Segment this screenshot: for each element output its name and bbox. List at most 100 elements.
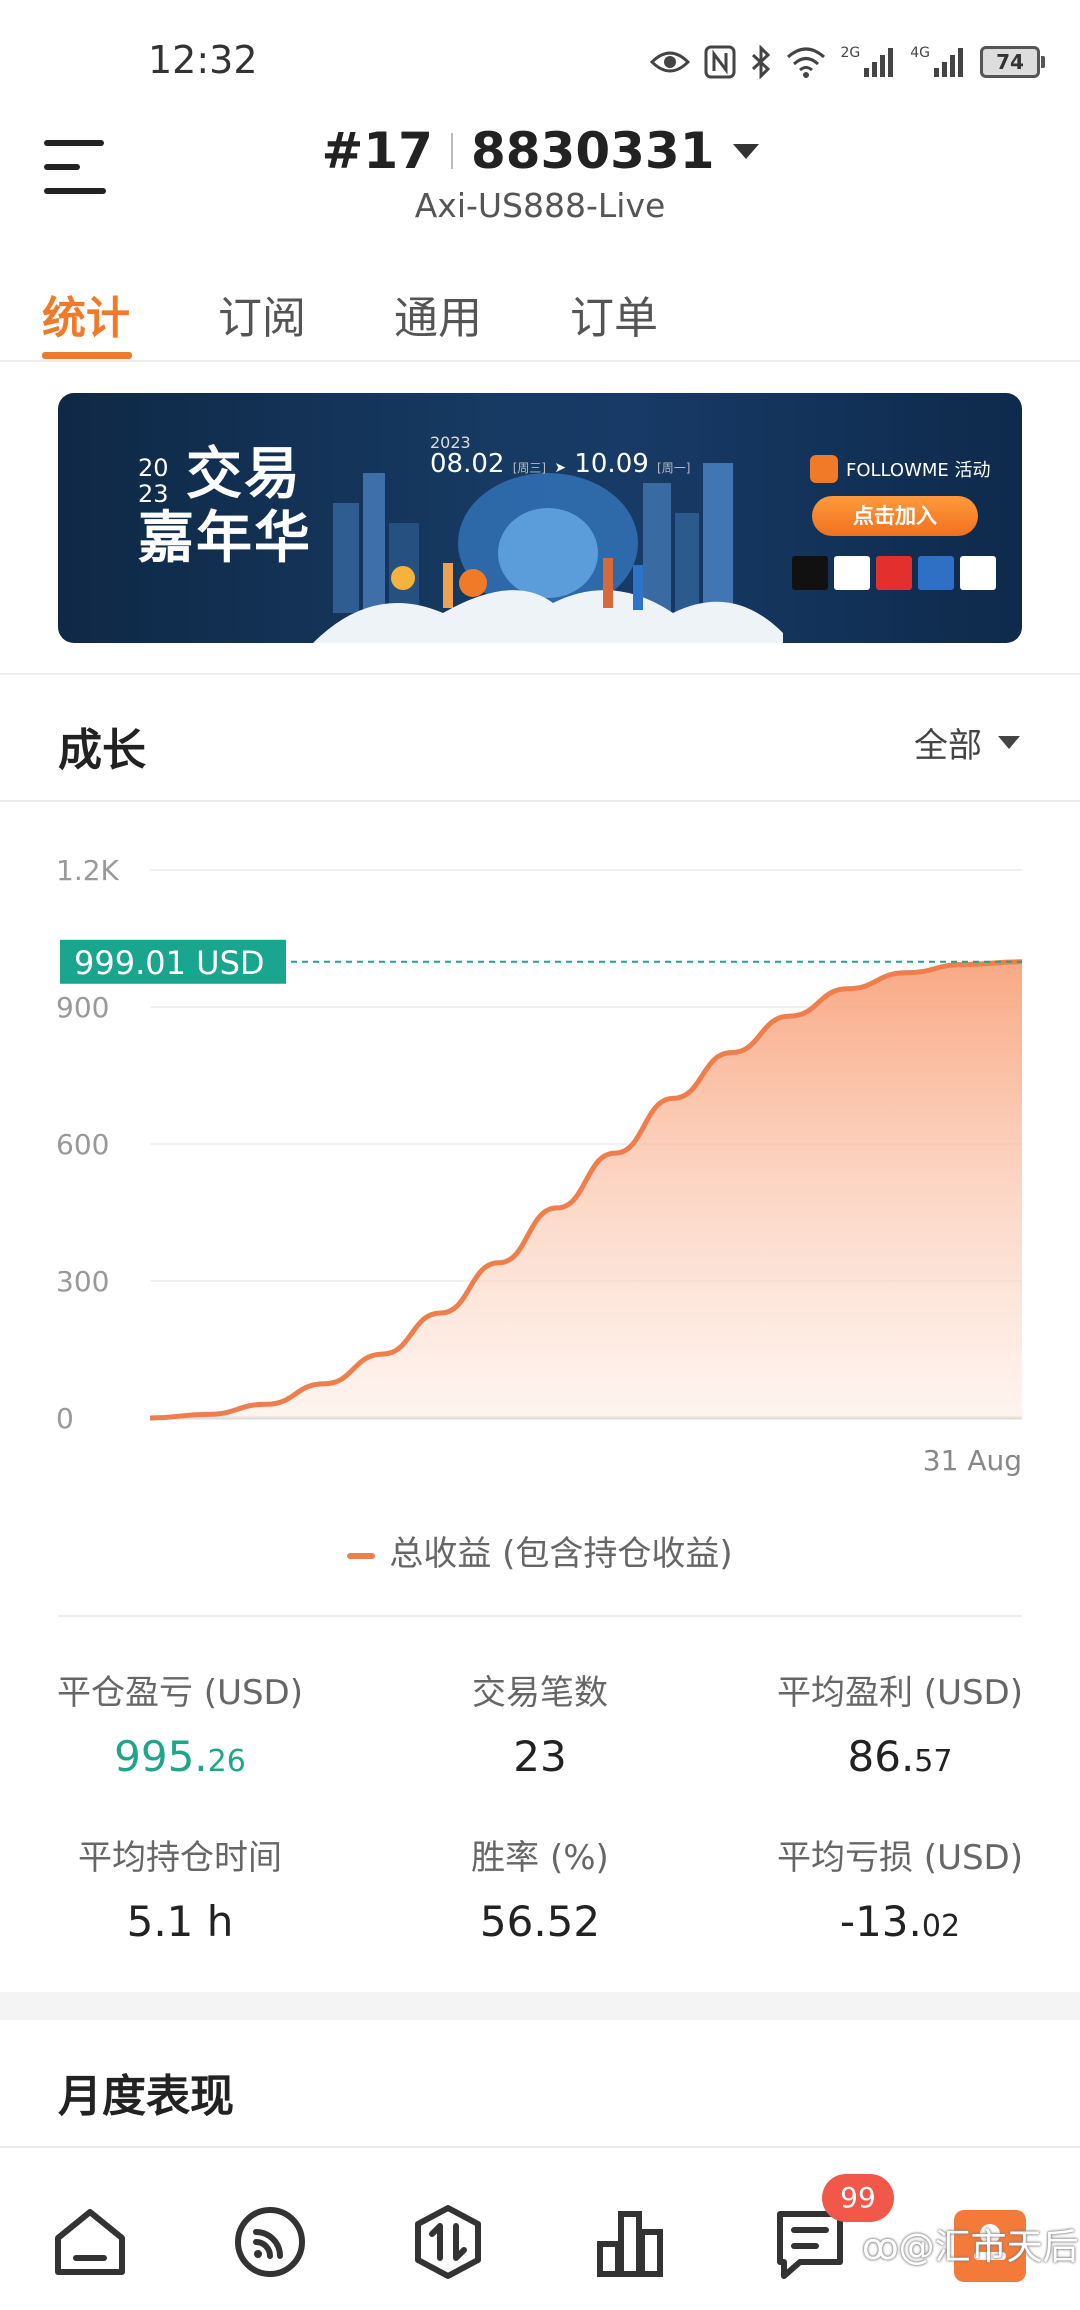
divider [0,673,1080,675]
chevron-down-icon [998,736,1020,749]
banner-date-start-day: [周三] [512,461,547,475]
stat-trade-count: 交易笔数 23 [360,1665,720,1781]
signal-2-label: 4G [910,45,930,61]
stat-value: 995.26 [0,1732,360,1781]
account-selector[interactable]: #17 8830331 Axi-US888-Live [0,122,1080,225]
stats-icon[interactable] [590,2202,670,2282]
stat-label: 胜率 (%) [471,1838,609,1878]
sponsor-logo-icon [918,556,954,590]
banner-date-end-day: [周一] [657,461,691,475]
stat-label: 平均亏损 (USD) [777,1838,1023,1878]
stat-value-int: 86. [847,1732,915,1781]
trade-icon[interactable] [408,2202,488,2282]
feed-icon[interactable] [230,2202,310,2282]
banner-title: 交易 嘉年华 [138,443,312,571]
stat-value: -13.02 [720,1897,1080,1946]
sponsor-logo-icon [834,556,870,590]
stat-value-int: -13. [839,1897,922,1946]
watermark: ꝏ@汇市天后 [862,2227,1079,2268]
stat-value: 86.57 [720,1732,1080,1781]
stat-value-int: 56.52 [479,1897,601,1946]
battery-icon: 74 [980,46,1045,78]
legend-label: 总收益 (包含持仓收益) [389,1534,733,1574]
stat-value-frac: 02 [921,1909,961,1944]
stat-avg-profit: 平均盈利 (USD) 86.57 [720,1665,1080,1781]
eye-icon [650,51,691,73]
status-icons: 2G 4G 74 [650,40,1045,84]
stat-label: 平均持仓时间 [78,1838,282,1878]
tab-statistics[interactable]: 统计 [42,282,130,346]
divider [0,2146,1080,2148]
account-number: #17 [321,122,433,180]
banner-date-start: 08.02 [430,449,505,479]
legend-swatch [347,1552,376,1559]
join-button[interactable]: 点击加入 [812,496,978,536]
stat-value-frac: 26 [207,1744,246,1779]
stat-closed-pnl: 平仓盈亏 (USD) 995.26 [0,1665,360,1781]
monthly-title: 月度表现 [58,2071,234,2122]
tab-active-indicator [42,352,132,359]
stat-avg-hold-time: 平均持仓时间 5.1 h [0,1830,360,1946]
tab-general[interactable]: 通用 [394,282,482,346]
y-tick-label: 900 [56,991,109,1024]
tab-subscribe[interactable]: 订阅 [218,282,306,346]
promo-banner[interactable]: 20 23 交易 嘉年华 2023 08.02 [周三] ➤ 10.09 [周一]… [58,393,1022,643]
current-value-label: 999.01 USD [74,944,265,982]
x-axis-end-label: 31 Aug [923,1444,1022,1477]
chevron-down-icon [732,143,759,159]
banner-illustration [313,463,783,643]
bluetooth-icon [752,45,771,79]
tab-orders[interactable]: 订单 [570,282,658,346]
growth-title: 成长 [58,725,146,776]
banner-title-line2: 嘉年华 [138,506,312,571]
stat-value: 23 [360,1732,720,1781]
growth-filter-label: 全部 [914,726,982,766]
stat-value: 5.1 h [0,1897,360,1946]
stat-avg-loss: 平均亏损 (USD) -13.02 [720,1830,1080,1946]
stat-value-int: 995. [114,1732,208,1781]
arrow-icon: ➤ [554,460,567,476]
unread-badge: 99 [822,2174,894,2222]
stat-label: 交易笔数 [472,1673,608,1713]
sponsor-logos [792,556,996,590]
stat-value: 56.52 [360,1897,720,1946]
nfc-icon [704,45,736,79]
status-time: 12:32 [148,38,258,82]
battery-level: 74 [996,50,1024,74]
separator [450,133,453,169]
stat-label: 平仓盈亏 (USD) [57,1673,303,1713]
section-gap [0,1992,1080,2020]
divider [58,1615,1022,1617]
growth-chart[interactable]: 1.2K 900 600 300 0 999.01 USD 31 Aug [0,820,1080,1480]
signal-1-label: 2G [840,45,861,61]
wifi-icon [787,47,826,78]
sponsor-logo-icon [792,556,828,590]
stat-value-int: 23 [513,1732,567,1781]
chart-legend: 总收益 (包含持仓收益) [0,1526,1080,1575]
stat-win-rate: 胜率 (%) 56.52 [360,1830,720,1946]
account-id: 8830331 [470,122,715,180]
followme-logo-icon [810,455,838,483]
sponsor-logo-icon [960,556,996,590]
watermark-text: 汇市天后 [934,2227,1079,2268]
banner-title-line1: 交易 [186,442,302,507]
y-tick-label: 0 [56,1402,74,1435]
banner-brand-label: FOLLOWME 活动 [846,460,991,481]
signal-icon [864,48,894,77]
sponsor-logo-icon [876,556,912,590]
stat-label: 平均盈利 (USD) [777,1673,1023,1713]
banner-dates: 08.02 [周三] ➤ 10.09 [周一] [430,449,690,479]
signal-icon [934,48,963,77]
stat-value-int: 5.1 h [126,1897,234,1946]
y-tick-label: 300 [56,1265,109,1298]
divider [0,800,1080,802]
y-tick-label: 600 [56,1128,109,1161]
banner-brand: FOLLOWME 活动 [810,455,991,483]
stat-value-frac: 57 [914,1744,953,1779]
account-server: Axi-US888-Live [414,186,666,225]
chart-area-fill [150,961,1022,1418]
tab-bar: 统计 订阅 通用 订单 [0,272,1080,362]
growth-filter-dropdown[interactable]: 全部 [914,718,1020,767]
home-icon[interactable] [50,2202,130,2282]
y-tick-label: 1.2K [56,854,120,887]
